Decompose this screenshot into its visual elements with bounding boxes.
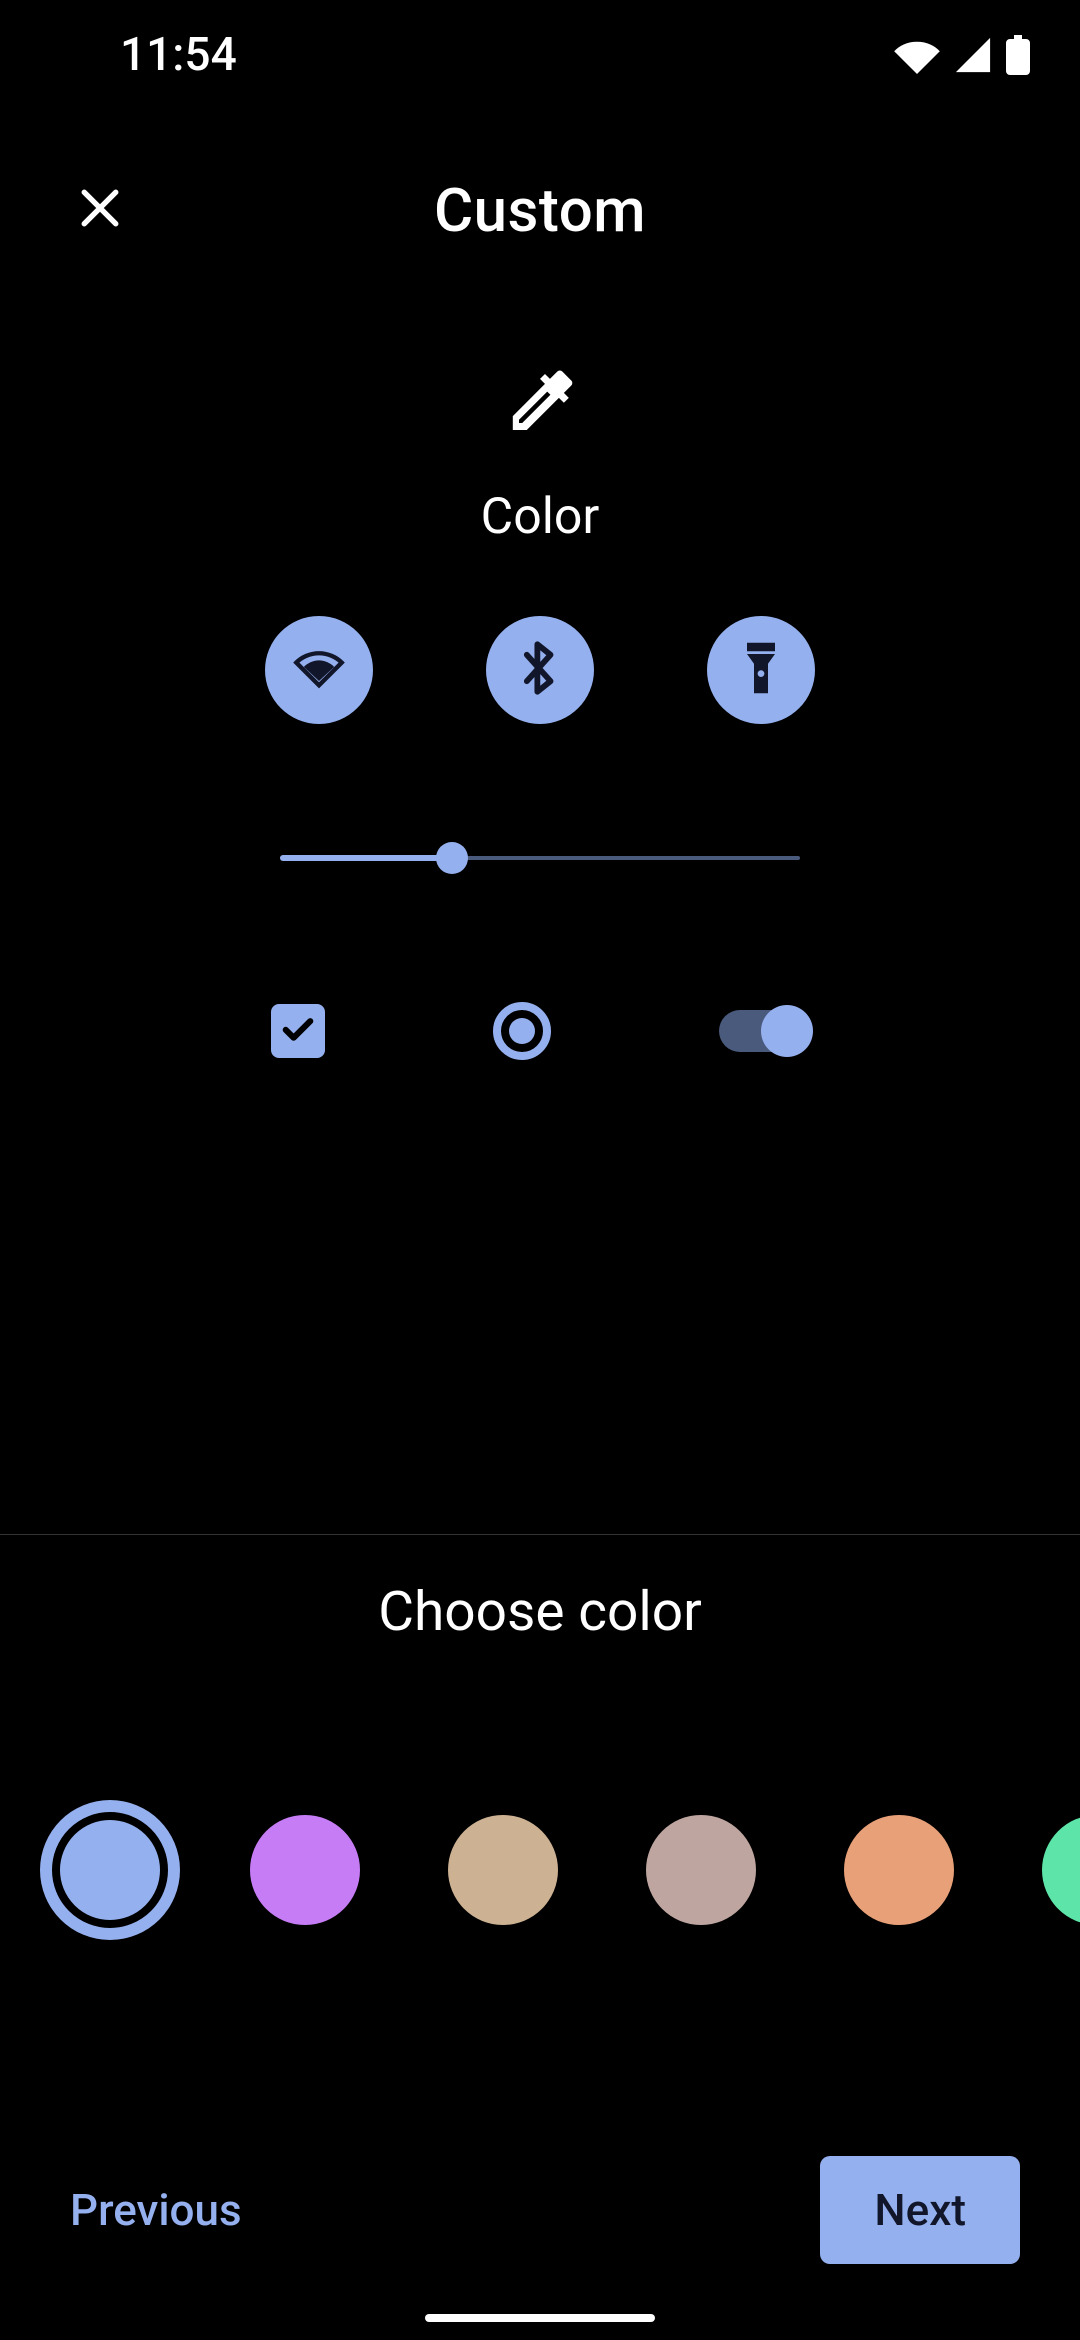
preview-bluetooth-toggle	[486, 616, 594, 724]
preview-radio	[493, 1002, 551, 1060]
slider-thumb	[436, 842, 468, 874]
preview-quick-toggles	[265, 616, 815, 724]
color-swatch-strip[interactable]	[0, 1780, 1080, 1960]
app-bar: Custom	[0, 110, 1080, 310]
battery-icon	[1006, 35, 1030, 75]
status-icons	[894, 35, 1030, 75]
status-time: 11:54	[120, 28, 237, 82]
preview-switch	[719, 1010, 809, 1052]
close-button[interactable]	[20, 130, 180, 290]
color-swatch[interactable]	[844, 1815, 954, 1925]
preview-slider	[280, 854, 800, 862]
wifi-icon	[894, 36, 940, 74]
divider	[0, 1534, 1080, 1535]
color-swatch[interactable]	[646, 1815, 756, 1925]
flashlight-icon	[741, 640, 781, 700]
preview-controls-row	[265, 1002, 815, 1060]
preview-wifi-toggle	[265, 616, 373, 724]
preview-checkbox	[271, 1004, 325, 1058]
bluetooth-icon	[519, 639, 561, 701]
bottom-nav: Previous Next	[0, 2135, 1080, 2285]
preview-section-label: Color	[481, 488, 600, 546]
radio-inner-icon	[509, 1018, 535, 1044]
cell-signal-icon	[954, 36, 992, 74]
color-swatch[interactable]	[250, 1815, 360, 1925]
check-icon	[277, 1008, 319, 1054]
close-icon	[73, 181, 127, 239]
slider-track-active	[280, 855, 452, 861]
status-bar: 11:54	[0, 0, 1080, 110]
gesture-bar	[425, 2314, 655, 2322]
next-button[interactable]: Next	[820, 2156, 1020, 2264]
preview-flashlight-toggle	[707, 616, 815, 724]
color-swatch[interactable]	[448, 1815, 558, 1925]
switch-thumb-icon	[761, 1005, 813, 1057]
choose-color-title: Choose color	[0, 1580, 1080, 1644]
eyedropper-icon	[498, 360, 582, 448]
color-swatch-selected[interactable]	[40, 1800, 180, 1940]
color-swatch[interactable]	[1042, 1815, 1080, 1925]
preview-panel: Color	[0, 310, 1080, 1090]
wifi-icon	[293, 646, 345, 694]
previous-button[interactable]: Previous	[70, 2184, 242, 2236]
